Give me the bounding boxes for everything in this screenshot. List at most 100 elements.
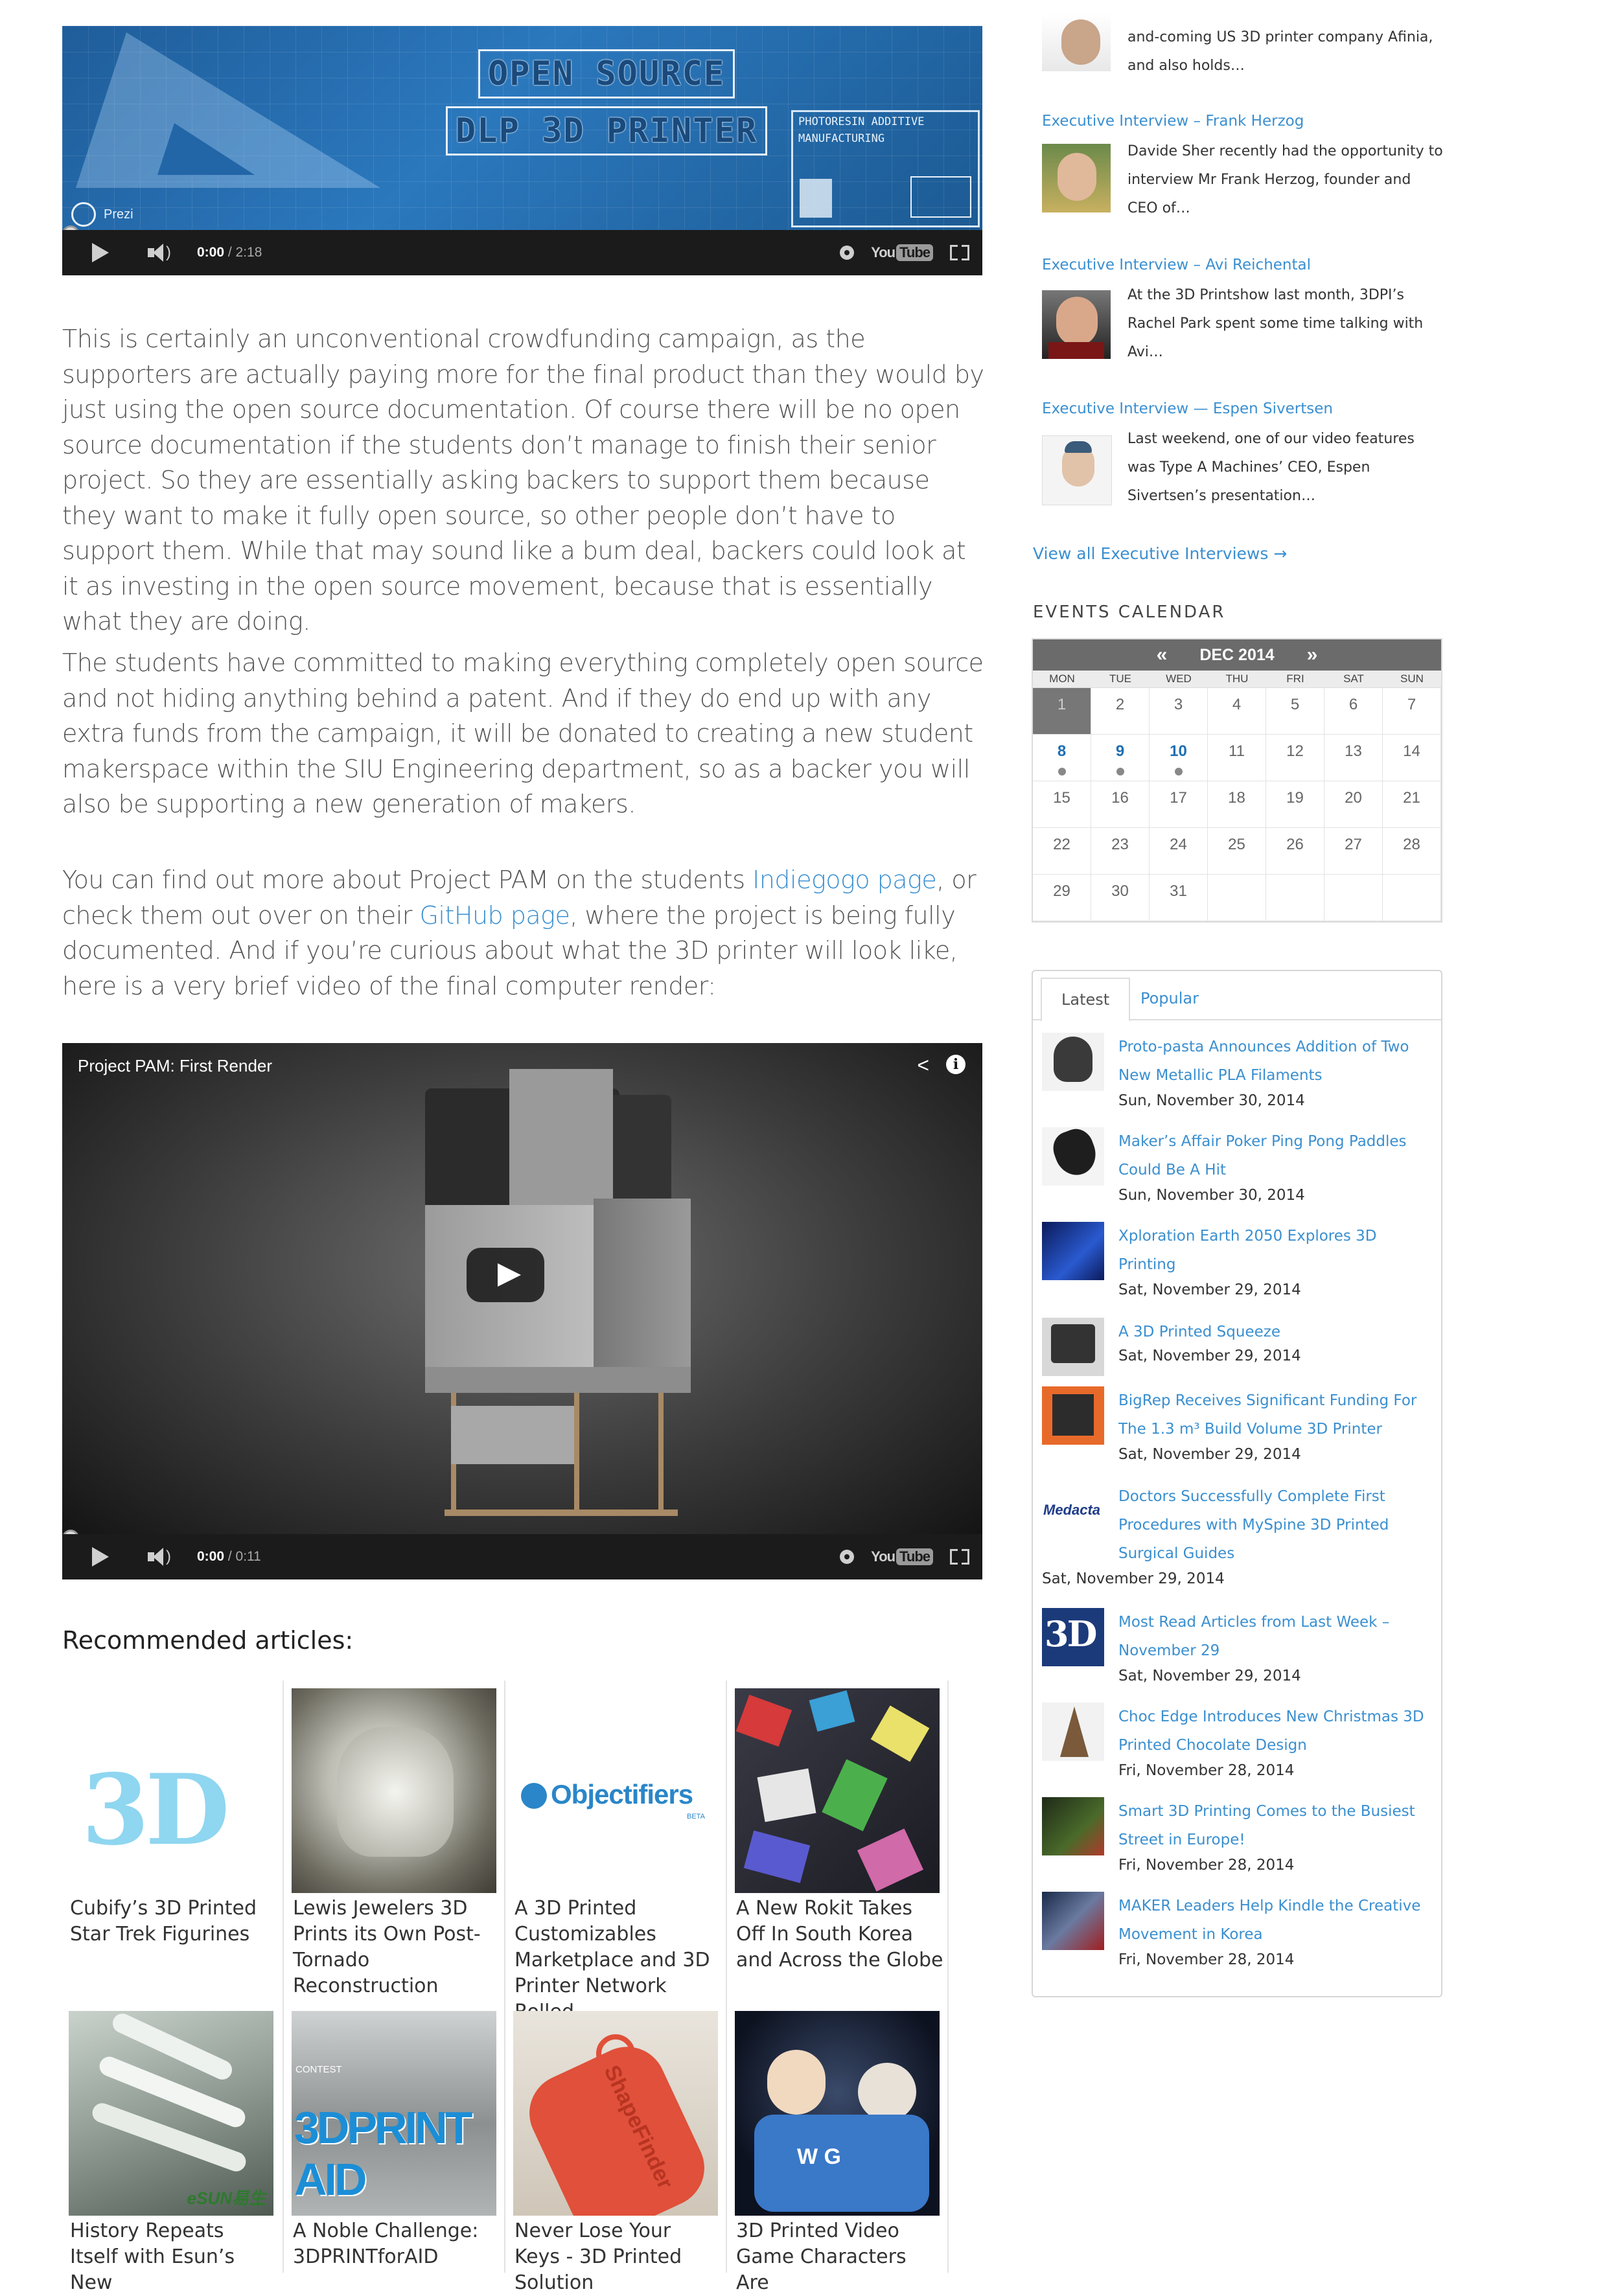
rec-thumb-3dprintforaid[interactable]: CONTEST 3DPRINT AID <box>292 2011 496 2216</box>
calendar-day-event[interactable]: 9 <box>1091 735 1150 781</box>
calendar-day[interactable]: 28 <box>1383 828 1441 875</box>
video-player-1[interactable]: OPEN SOURCE DLP 3D PRINTER PHOTORESIN AD… <box>62 26 982 275</box>
fullscreen-icon[interactable] <box>950 1549 969 1565</box>
calendar-next-button[interactable]: » <box>1307 644 1318 666</box>
calendar-day[interactable]: 20 <box>1324 781 1383 828</box>
avatar[interactable] <box>1042 144 1111 212</box>
rec-thumb-wallace-gromit[interactable]: W G <box>735 2011 940 2216</box>
interview-link[interactable]: Executive Interview – Avi Reichental <box>1042 257 1311 273</box>
render-video-screen[interactable]: Project PAM: First Render < i <box>62 1043 982 1534</box>
post-thumb[interactable] <box>1042 1703 1104 1761</box>
rec-thumb-objectifiers-logo[interactable]: Objectifiers BETA <box>513 1688 718 1893</box>
post-title-link[interactable]: Most Read Articles from Last Week – Nove… <box>1118 1608 1429 1665</box>
rec-title[interactable]: A New Rokit Takes Off In South Korea and… <box>736 1896 943 1973</box>
rec-title[interactable]: A Noble Challenge: 3DPRINTforAID <box>293 2218 500 2270</box>
calendar-day[interactable]: 12 <box>1266 735 1324 781</box>
post-thumb[interactable]: 3D <box>1042 1608 1104 1666</box>
view-all-interviews-link[interactable]: View all Executive Interviews → <box>1033 544 1287 563</box>
post-title-link[interactable]: Doctors Successfully Complete First Proc… <box>1118 1482 1429 1568</box>
calendar-day[interactable]: 18 <box>1208 781 1266 828</box>
calendar-day[interactable]: 25 <box>1208 828 1266 875</box>
calendar-day-event[interactable]: 10 <box>1150 735 1208 781</box>
post-thumb[interactable] <box>1042 1386 1104 1445</box>
settings-gear-icon[interactable] <box>840 1550 855 1564</box>
post-title-link[interactable]: MAKER Leaders Help Kindle the Creative M… <box>1118 1892 1429 1949</box>
post-thumb[interactable] <box>1042 1892 1104 1950</box>
calendar-day[interactable]: 23 <box>1091 828 1150 875</box>
post-title-link[interactable]: Maker’s Affair Poker Ping Pong Paddles C… <box>1118 1127 1429 1184</box>
post-title-link[interactable]: BigRep Receives Significant Funding For … <box>1118 1386 1429 1443</box>
github-link[interactable]: GitHub page <box>419 901 570 930</box>
rokit-part-red <box>735 1694 792 1747</box>
youtube-logo[interactable]: You Tube <box>871 1548 933 1565</box>
calendar-day[interactable]: 13 <box>1324 735 1383 781</box>
video-title[interactable]: Project PAM: First Render <box>78 1056 272 1076</box>
calendar-day[interactable]: 5 <box>1266 688 1324 735</box>
calendar-day[interactable]: 11 <box>1208 735 1266 781</box>
rec-thumb-rokit-parts[interactable] <box>735 1688 940 1893</box>
calendar-day[interactable]: 3 <box>1150 688 1208 735</box>
post-thumb[interactable]: Medacta <box>1042 1482 1104 1541</box>
post-thumb[interactable] <box>1042 1127 1104 1186</box>
rec-title[interactable]: 3D Printed Video Game Characters Are <box>736 2218 943 2296</box>
share-icon[interactable]: < <box>917 1053 929 1077</box>
rec-thumb-jewelry[interactable] <box>292 1688 496 1893</box>
volume-icon[interactable]: ) <box>148 1548 171 1566</box>
calendar-day[interactable]: 24 <box>1150 828 1208 875</box>
video-thumbnail[interactable]: OPEN SOURCE DLP 3D PRINTER PHOTORESIN AD… <box>62 26 982 230</box>
play-icon[interactable] <box>92 243 109 262</box>
rec-title[interactable]: A 3D Printed Customizables Marketplace a… <box>514 1896 722 2025</box>
calendar-day[interactable]: 16 <box>1091 781 1150 828</box>
calendar-day[interactable]: 19 <box>1266 781 1324 828</box>
calendar-prev-button[interactable]: « <box>1157 644 1168 666</box>
info-icon[interactable]: i <box>946 1055 965 1074</box>
interview-link[interactable]: Executive Interview — Espen Sivertsen <box>1042 400 1333 417</box>
post-title-link[interactable]: Smart 3D Printing Comes to the Busiest S… <box>1118 1797 1429 1854</box>
post-title-link[interactable]: A 3D Printed Squeeze <box>1118 1318 1429 1346</box>
avatar[interactable] <box>1042 290 1111 359</box>
interview-link[interactable]: Executive Interview – Frank Herzog <box>1042 113 1304 130</box>
post-thumb[interactable] <box>1042 1318 1104 1376</box>
avatar[interactable] <box>1042 435 1112 505</box>
rec-title[interactable]: Cubify’s 3D Printed Star Trek Figurines <box>70 1896 277 1947</box>
calendar-day[interactable]: 26 <box>1266 828 1324 875</box>
calendar-day[interactable]: 31 <box>1150 875 1208 921</box>
indiegogo-link[interactable]: Indiegogo page <box>752 866 937 894</box>
calendar-day[interactable]: 22 <box>1033 828 1091 875</box>
video-player-2[interactable]: Project PAM: First Render < i ) 0:00 / 0… <box>62 1043 982 1579</box>
rec-title[interactable]: History Repeats Itself with Esun’s New <box>70 2218 277 2296</box>
calendar-day[interactable]: 17 <box>1150 781 1208 828</box>
post-thumb[interactable] <box>1042 1797 1104 1855</box>
tab-popular[interactable]: Popular <box>1121 978 1218 1019</box>
rec-thumb-key-tag[interactable]: ShapeFinder <box>513 2011 718 2216</box>
calendar-day-event[interactable]: 8 <box>1033 735 1091 781</box>
post-title-link[interactable]: Proto-pasta Announces Addition of Two Ne… <box>1118 1033 1429 1090</box>
post-thumb[interactable] <box>1042 1222 1104 1280</box>
rec-title[interactable]: Never Lose Your Keys - 3D Printed Soluti… <box>514 2218 722 2296</box>
avatar[interactable] <box>1042 13 1111 71</box>
play-icon[interactable] <box>92 1547 109 1567</box>
volume-icon[interactable]: ) <box>148 244 171 262</box>
settings-gear-icon[interactable] <box>840 246 855 260</box>
big-play-button[interactable] <box>467 1248 544 1302</box>
calendar-day[interactable]: 27 <box>1324 828 1383 875</box>
post-thumb[interactable] <box>1042 1033 1104 1091</box>
calendar-day[interactable]: 30 <box>1091 875 1150 921</box>
rec-thumb-esun-filament[interactable]: eSUN易生 <box>69 2011 273 2216</box>
calendar-day-today[interactable]: 1 <box>1033 688 1091 735</box>
calendar-day[interactable]: 15 <box>1033 781 1091 828</box>
calendar-day[interactable]: 4 <box>1208 688 1266 735</box>
post-title-link[interactable]: Xploration Earth 2050 Explores 3D Printi… <box>1118 1222 1429 1279</box>
post-title-link[interactable]: Choc Edge Introduces New Christmas 3D Pr… <box>1118 1703 1429 1760</box>
tab-latest[interactable]: Latest <box>1041 978 1131 1022</box>
calendar-day[interactable]: 2 <box>1091 688 1150 735</box>
rec-title[interactable]: Lewis Jewelers 3D Prints its Own Post-To… <box>293 1896 500 1999</box>
fullscreen-icon[interactable] <box>950 245 969 260</box>
calendar-day[interactable]: 7 <box>1383 688 1441 735</box>
rec-thumb-3d-logo[interactable]: 3D <box>69 1688 273 1893</box>
youtube-logo[interactable]: You Tube <box>871 244 933 261</box>
calendar-day[interactable]: 29 <box>1033 875 1091 921</box>
calendar-day[interactable]: 14 <box>1383 735 1441 781</box>
calendar-day[interactable]: 21 <box>1383 781 1441 828</box>
calendar-day[interactable]: 6 <box>1324 688 1383 735</box>
